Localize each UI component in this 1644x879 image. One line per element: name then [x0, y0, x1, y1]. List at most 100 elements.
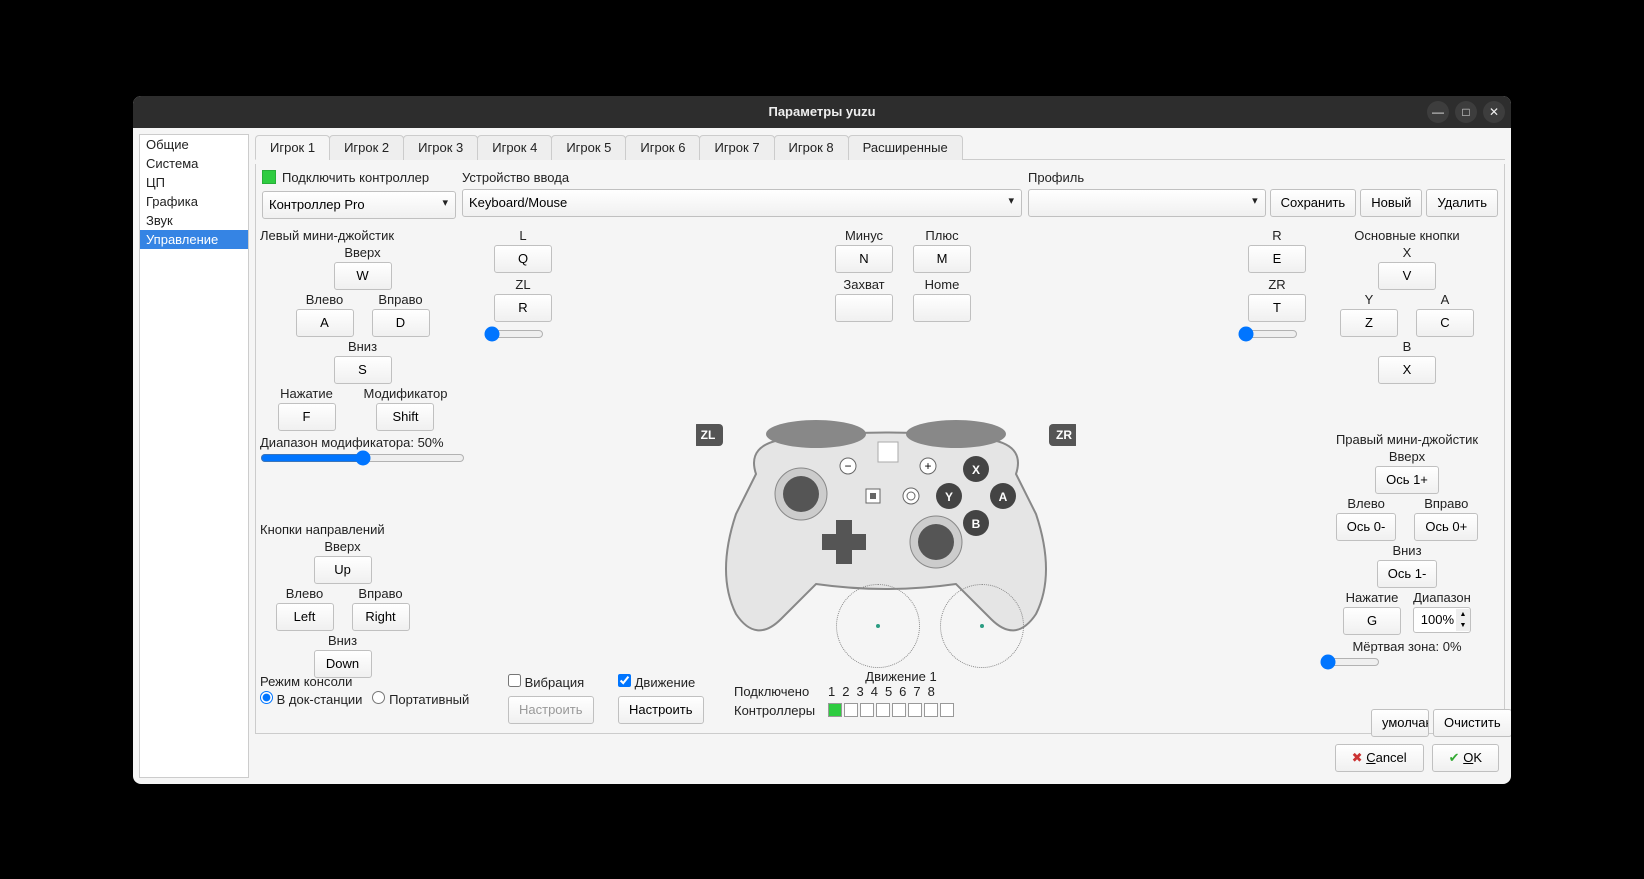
plus-button[interactable]: M — [913, 245, 971, 273]
lstick-range-slider[interactable] — [260, 450, 465, 466]
dpad-up-button[interactable]: Up — [314, 556, 372, 584]
rstick-right-button[interactable]: Ось 0+ — [1414, 513, 1478, 541]
lstick-press-button[interactable]: F — [278, 403, 336, 431]
clear-button[interactable]: Очистить — [1433, 709, 1511, 737]
rstick-range-spinner[interactable]: ▲▼ — [1413, 607, 1471, 633]
controller-type-select[interactable]: Контроллер Pro — [262, 191, 456, 219]
sidebar-item-5[interactable]: Управление — [140, 230, 248, 249]
minus-button[interactable]: N — [835, 245, 893, 273]
lstick-up-button[interactable]: W — [334, 262, 392, 290]
r-label: R — [1272, 228, 1281, 243]
zr-slider[interactable] — [1238, 326, 1298, 342]
controllers-label: Контроллеры — [734, 703, 824, 718]
handheld-radio[interactable]: Портативный — [372, 691, 469, 707]
face-a-button[interactable]: C — [1416, 309, 1474, 337]
input-device-label: Устройство ввода — [462, 170, 1022, 185]
player-number: 3 — [856, 684, 863, 699]
docked-radio[interactable]: В док-станции — [260, 691, 362, 707]
svg-text:+: + — [924, 459, 931, 473]
ok-button[interactable]: ✔ OK — [1432, 744, 1499, 772]
cancel-button[interactable]: ✖ CCancelancel — [1335, 744, 1424, 772]
connect-controller-checkbox[interactable]: Подключить контроллер — [262, 170, 456, 185]
rstick-title: Правый мини-джойстик — [1320, 432, 1494, 447]
console-mode-title: Режим консоли — [260, 674, 469, 689]
settings-window: Параметры yuzu — □ ✕ ОбщиеСистемаЦПГрафи… — [133, 96, 1511, 784]
profile-new-button[interactable]: Новый — [1360, 189, 1422, 217]
home-button[interactable] — [913, 294, 971, 322]
rstick-down-button[interactable]: Ось 1- — [1377, 560, 1438, 588]
face-b-button[interactable]: X — [1378, 356, 1436, 384]
tab-8[interactable]: Расширенные — [848, 135, 963, 160]
lstick-up-label: Вверх — [344, 245, 380, 260]
motion-viz-right — [940, 584, 1024, 668]
dpad-left-button[interactable]: Left — [276, 603, 334, 631]
l-button[interactable]: Q — [494, 245, 552, 273]
spin-down-icon[interactable]: ▼ — [1456, 620, 1470, 631]
rstick-left-button[interactable]: Ось 0- — [1336, 513, 1397, 541]
sidebar-item-1[interactable]: Система — [140, 154, 248, 173]
tab-1[interactable]: Игрок 2 — [329, 135, 404, 160]
connected-label: Подключено — [734, 684, 824, 699]
capture-button[interactable] — [835, 294, 893, 322]
lstick-right-button[interactable]: D — [372, 309, 430, 337]
lstick-down-button[interactable]: S — [334, 356, 392, 384]
vibration-config-button[interactable]: Настроить — [508, 696, 594, 724]
dpad-left-label: Влево — [286, 586, 323, 601]
config-area: Подключить контроллер Контроллер Pro Уст… — [255, 164, 1505, 734]
zr-button[interactable]: T — [1248, 294, 1306, 322]
tab-5[interactable]: Игрок 6 — [625, 135, 700, 160]
motion-checkbox[interactable]: Движение — [618, 675, 695, 690]
sidebar: ОбщиеСистемаЦПГрафикаЗвукУправление — [139, 134, 249, 778]
spin-up-icon[interactable]: ▲ — [1456, 609, 1470, 620]
profile-delete-button[interactable]: Удалить — [1426, 189, 1498, 217]
tab-4[interactable]: Игрок 5 — [551, 135, 626, 160]
tab-7[interactable]: Игрок 8 — [774, 135, 849, 160]
capture-label: Захват — [843, 277, 884, 292]
player-number: 6 — [899, 684, 906, 699]
tab-3[interactable]: Игрок 4 — [477, 135, 552, 160]
zl-button[interactable]: R — [494, 294, 552, 322]
l-label: L — [519, 228, 526, 243]
player-number: 2 — [842, 684, 849, 699]
left-stick-title: Левый мини-джойстик — [260, 228, 465, 243]
controller-indicator-6 — [908, 703, 922, 717]
maximize-button[interactable]: □ — [1455, 101, 1477, 123]
sidebar-item-3[interactable]: Графика — [140, 192, 248, 211]
sidebar-item-4[interactable]: Звук — [140, 211, 248, 230]
tab-2[interactable]: Игрок 3 — [403, 135, 478, 160]
player-number: 5 — [885, 684, 892, 699]
lstick-left-label: Влево — [306, 292, 343, 307]
defaults-button[interactable]: умолчани — [1371, 709, 1429, 737]
profile-select[interactable] — [1028, 189, 1266, 217]
rstick-press-button[interactable]: G — [1343, 607, 1401, 635]
face-a-label: A — [1441, 292, 1450, 307]
rstick-deadzone-slider[interactable] — [1320, 654, 1380, 670]
controller-indicator-5 — [892, 703, 906, 717]
motion-config-button[interactable]: Настроить — [618, 696, 704, 724]
zl-label: ZL — [515, 277, 530, 292]
sidebar-item-2[interactable]: ЦП — [140, 173, 248, 192]
vibration-checkbox[interactable]: Вибрация — [508, 675, 584, 690]
dpad-right-button[interactable]: Right — [352, 603, 410, 631]
input-device-select[interactable]: Keyboard/Mouse — [462, 189, 1022, 217]
controller-indicator-8 — [940, 703, 954, 717]
tab-0[interactable]: Игрок 1 — [255, 135, 330, 160]
sidebar-item-0[interactable]: Общие — [140, 135, 248, 154]
svg-text:Y: Y — [945, 490, 953, 504]
face-y-button[interactable]: Z — [1340, 309, 1398, 337]
close-button[interactable]: ✕ — [1483, 101, 1505, 123]
minimize-button[interactable]: — — [1427, 101, 1449, 123]
profile-save-button[interactable]: Сохранить — [1270, 189, 1357, 217]
checkbox-on-icon — [262, 170, 276, 184]
rstick-up-button[interactable]: Ось 1+ — [1375, 466, 1439, 494]
titlebar[interactable]: Параметры yuzu — □ ✕ — [133, 96, 1511, 128]
dpad-up-label: Вверх — [324, 539, 360, 554]
svg-text:ZR: ZR — [1056, 428, 1072, 442]
r-button[interactable]: E — [1248, 245, 1306, 273]
zl-slider[interactable] — [484, 326, 544, 342]
face-x-button[interactable]: V — [1378, 262, 1436, 290]
lstick-left-button[interactable]: A — [296, 309, 354, 337]
lstick-mod-button[interactable]: Shift — [376, 403, 434, 431]
zr-label: ZR — [1268, 277, 1285, 292]
tab-6[interactable]: Игрок 7 — [699, 135, 774, 160]
